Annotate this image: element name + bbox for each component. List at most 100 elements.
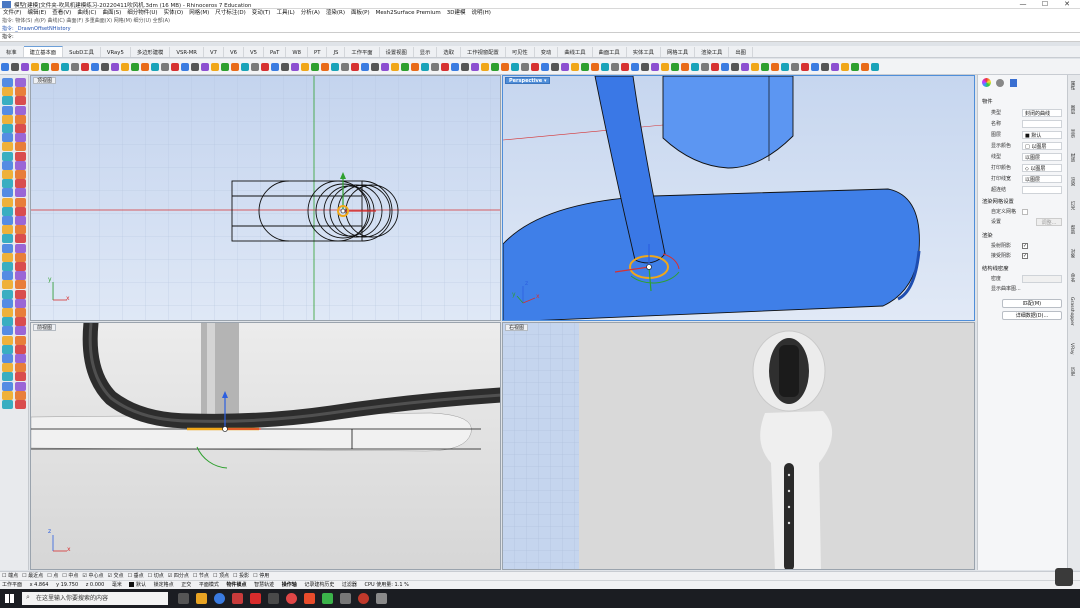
toolbar-tool-icon[interactable]	[781, 63, 789, 71]
viewport-label-perspective[interactable]: Perspective ▾	[505, 77, 551, 84]
task-view-icon[interactable]	[178, 593, 189, 604]
toolbar-tool-icon[interactable]	[41, 63, 49, 71]
chrome-icon[interactable]	[214, 593, 225, 604]
viewport-right[interactable]: 右视图	[502, 322, 975, 570]
taskbar-search-input[interactable]: 在这里输入你要搜索的内容	[22, 592, 168, 605]
toolbar-tool-icon[interactable]	[31, 63, 39, 71]
tab-v5[interactable]: V5	[244, 47, 264, 57]
left-tool-icon[interactable]	[2, 335, 13, 345]
left-tool-icon[interactable]	[2, 216, 13, 225]
left-tool-icon[interactable]	[2, 234, 13, 244]
left-tool-icon[interactable]	[15, 390, 26, 400]
left-tool-icon[interactable]	[15, 96, 26, 106]
tab-pat[interactable]: PaT	[264, 47, 287, 57]
left-tool-icon[interactable]	[15, 308, 26, 317]
toolbar-tool-icon[interactable]	[531, 63, 539, 71]
strip-tab-materials[interactable]: 材质	[1069, 153, 1075, 162]
tab-visibility[interactable]: 可见性	[506, 47, 535, 57]
toolbar-tool-icon[interactable]	[521, 63, 529, 71]
file-explorer-icon[interactable]	[196, 593, 207, 604]
app-icon-record[interactable]	[358, 593, 369, 604]
menu-help[interactable]: 说明(H)	[469, 9, 494, 18]
left-tool-icon[interactable]	[2, 179, 13, 189]
left-tool-icon[interactable]	[2, 142, 13, 152]
minimize-button[interactable]: —	[1012, 0, 1034, 9]
app-icon-dark[interactable]	[268, 593, 279, 604]
viewport-label-front[interactable]: 前视图	[33, 324, 57, 331]
strip-tab-render[interactable]: 渲染	[1069, 177, 1075, 186]
toolbar-tool-icon[interactable]	[91, 63, 99, 71]
left-tool-icon[interactable]	[15, 234, 26, 244]
toolbar-tool-icon[interactable]	[381, 63, 389, 71]
left-tool-icon[interactable]	[2, 271, 13, 281]
left-tool-icon[interactable]	[15, 344, 26, 354]
toolbar-tool-icon[interactable]	[801, 63, 809, 71]
left-tool-icon[interactable]	[15, 151, 26, 161]
tab-curve-tools[interactable]: 曲线工具	[558, 47, 593, 57]
left-tool-icon[interactable]	[2, 298, 13, 308]
toolbar-tool-icon[interactable]	[721, 63, 729, 71]
left-tool-icon[interactable]	[2, 105, 13, 115]
strip-tab-layers[interactable]: 图层	[1069, 105, 1075, 114]
menu-view[interactable]: 查看(V)	[49, 9, 74, 18]
left-tool-icon[interactable]	[15, 271, 26, 281]
left-tool-icon[interactable]	[15, 216, 26, 225]
left-tool-icon[interactable]	[2, 160, 13, 170]
left-tool-icon[interactable]	[2, 206, 13, 216]
viewport-top[interactable]: 顶视图 x y	[30, 75, 501, 321]
tab-drafting[interactable]: 出图	[729, 47, 753, 57]
toolbar-tool-icon[interactable]	[291, 63, 299, 71]
toolbar-tool-icon[interactable]	[621, 63, 629, 71]
toolbar-tool-icon[interactable]	[181, 63, 189, 71]
toolbar-tool-icon[interactable]	[11, 63, 19, 71]
left-tool-icon[interactable]	[2, 308, 13, 317]
tab-mesh-tools[interactable]: 网格工具	[661, 47, 696, 57]
toolbar-tool-icon[interactable]	[471, 63, 479, 71]
toolbar-tool-icon[interactable]	[81, 63, 89, 71]
left-tool-icon[interactable]	[2, 96, 13, 106]
toolbar-tool-icon[interactable]	[741, 63, 749, 71]
toolbar-tool-icon[interactable]	[61, 63, 69, 71]
left-tool-icon[interactable]	[15, 160, 26, 170]
toolbar-tool-icon[interactable]	[711, 63, 719, 71]
strip-tab-history[interactable]: 历史	[1069, 367, 1075, 376]
menu-panels[interactable]: 面板(P)	[348, 9, 373, 18]
toolbar-tool-icon[interactable]	[231, 63, 239, 71]
menu-mesh[interactable]: 网格(M)	[186, 9, 212, 18]
toolbar-tool-icon[interactable]	[391, 63, 399, 71]
viewport-perspective[interactable]: Perspective ▾ z x y	[502, 75, 975, 321]
left-tool-icon[interactable]	[15, 354, 26, 363]
toolbar-tool-icon[interactable]	[341, 63, 349, 71]
toolbar-tool-icon[interactable]	[811, 63, 819, 71]
left-tool-icon[interactable]	[15, 262, 26, 271]
rhino-taskbar-icon[interactable]	[340, 593, 351, 604]
tab-render-tools[interactable]: 渲染工具	[695, 47, 730, 57]
left-tool-icon[interactable]	[15, 87, 26, 97]
toolbar-tool-icon[interactable]	[441, 63, 449, 71]
toolbar-tool-icon[interactable]	[201, 63, 209, 71]
left-tool-icon[interactable]	[2, 262, 13, 271]
menu-dimension[interactable]: 尺寸标注(D)	[212, 9, 249, 18]
left-tool-icon[interactable]	[15, 381, 26, 391]
toolbar-tool-icon[interactable]	[761, 63, 769, 71]
toolbar-tool-icon[interactable]	[551, 63, 559, 71]
toolbar-tool-icon[interactable]	[581, 63, 589, 71]
toolbar-tool-icon[interactable]	[651, 63, 659, 71]
app-icon-circle[interactable]	[286, 593, 297, 604]
menu-render[interactable]: 渲染(R)	[323, 9, 348, 18]
row-print-width[interactable]: 打印线宽 以图层	[978, 174, 1068, 184]
toolbar-tool-icon[interactable]	[571, 63, 579, 71]
left-tool-icon[interactable]	[15, 252, 26, 262]
left-tool-icon[interactable]	[2, 372, 13, 382]
toolbar-tool-icon[interactable]	[751, 63, 759, 71]
menu-3d-modeling[interactable]: 3D建模	[444, 9, 469, 18]
toolbar-tool-icon[interactable]	[371, 63, 379, 71]
left-tool-icon[interactable]	[2, 354, 13, 363]
layers-icon[interactable]	[1010, 79, 1017, 87]
app-icon-orange[interactable]	[304, 593, 315, 604]
command-prompt[interactable]: 指令:	[0, 33, 1080, 42]
toolbar-tool-icon[interactable]	[151, 63, 159, 71]
tab-vray5[interactable]: VRay5	[101, 47, 131, 57]
toolbar-tool-icon[interactable]	[281, 63, 289, 71]
left-tool-icon[interactable]	[2, 280, 13, 290]
